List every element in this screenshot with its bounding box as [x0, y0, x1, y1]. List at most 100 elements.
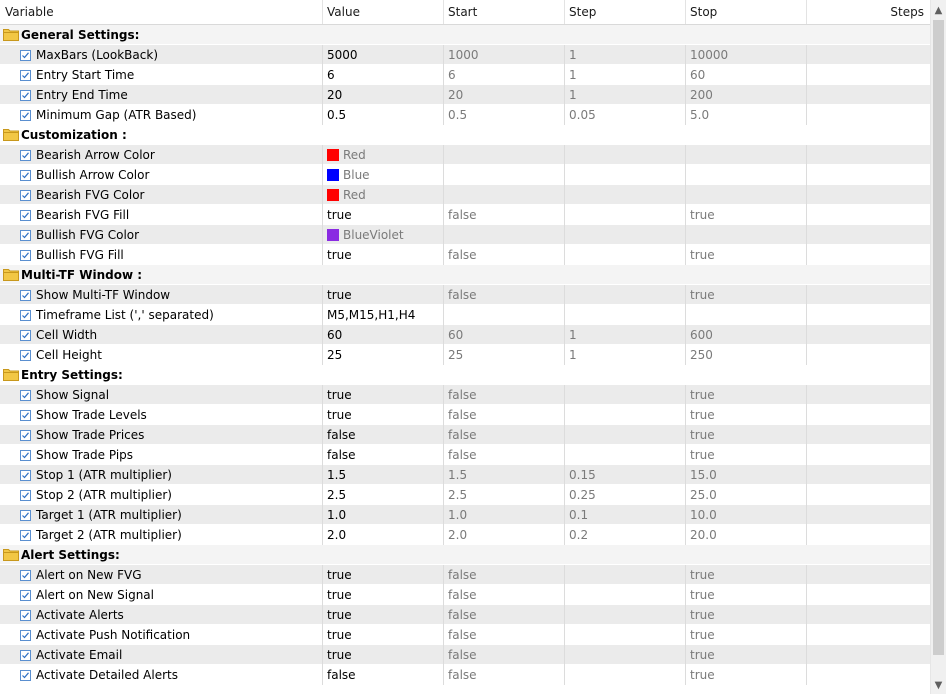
parameter-row[interactable]: Show Trade Levels true false true: [0, 405, 930, 425]
stop-cell[interactable]: 5.0: [685, 105, 806, 125]
start-cell[interactable]: 25: [443, 345, 564, 365]
stop-cell[interactable]: [685, 145, 806, 165]
group-header-row[interactable]: General Settings:: [0, 25, 930, 45]
parameter-row[interactable]: Bullish FVG Color BlueViolet: [0, 225, 930, 245]
checkbox-checked-icon[interactable]: [20, 450, 31, 461]
start-cell[interactable]: 60: [443, 325, 564, 345]
parameter-row[interactable]: Alert on New FVG true false true: [0, 565, 930, 585]
start-cell[interactable]: 2.5: [443, 485, 564, 505]
stop-cell[interactable]: true: [685, 605, 806, 625]
start-cell[interactable]: false: [443, 425, 564, 445]
checkbox-checked-icon[interactable]: [20, 530, 31, 541]
step-cell[interactable]: [564, 165, 685, 185]
vertical-scrollbar[interactable]: ▲ ▼: [930, 0, 946, 694]
step-cell[interactable]: 1: [564, 345, 685, 365]
start-cell[interactable]: false: [443, 565, 564, 585]
stop-cell[interactable]: true: [685, 625, 806, 645]
checkbox-checked-icon[interactable]: [20, 210, 31, 221]
checkbox-checked-icon[interactable]: [20, 90, 31, 101]
value-cell[interactable]: 0.5: [322, 105, 443, 125]
stop-cell[interactable]: [685, 185, 806, 205]
value-cell[interactable]: 2.5: [322, 485, 443, 505]
parameter-row[interactable]: Bullish Arrow Color Blue: [0, 165, 930, 185]
checkbox-checked-icon[interactable]: [20, 230, 31, 241]
value-cell[interactable]: Red: [322, 185, 443, 205]
checkbox-checked-icon[interactable]: [20, 410, 31, 421]
value-cell[interactable]: 5000: [322, 45, 443, 65]
stop-cell[interactable]: true: [685, 445, 806, 465]
parameter-row[interactable]: Timeframe List (',' separated) M5,M15,H1,…: [0, 305, 930, 325]
checkbox-checked-icon[interactable]: [20, 470, 31, 481]
checkbox-checked-icon[interactable]: [20, 570, 31, 581]
stop-cell[interactable]: [685, 165, 806, 185]
value-cell[interactable]: true: [322, 385, 443, 405]
value-cell[interactable]: BlueViolet: [322, 225, 443, 245]
value-cell[interactable]: true: [322, 585, 443, 605]
step-cell[interactable]: [564, 305, 685, 325]
step-cell[interactable]: 1: [564, 325, 685, 345]
checkbox-checked-icon[interactable]: [20, 150, 31, 161]
start-cell[interactable]: false: [443, 385, 564, 405]
step-cell[interactable]: [564, 445, 685, 465]
column-header-variable[interactable]: Variable: [0, 0, 322, 24]
column-header-start[interactable]: Start: [443, 0, 564, 24]
step-cell[interactable]: 0.2: [564, 525, 685, 545]
step-cell[interactable]: [564, 665, 685, 685]
stop-cell[interactable]: true: [685, 645, 806, 665]
group-header-row[interactable]: Alert Settings:: [0, 545, 930, 565]
parameter-row[interactable]: Activate Alerts true false true: [0, 605, 930, 625]
start-cell[interactable]: false: [443, 285, 564, 305]
value-cell[interactable]: true: [322, 405, 443, 425]
stop-cell[interactable]: true: [685, 565, 806, 585]
value-cell[interactable]: true: [322, 645, 443, 665]
start-cell[interactable]: false: [443, 245, 564, 265]
parameter-row[interactable]: Alert on New Signal true false true: [0, 585, 930, 605]
stop-cell[interactable]: 10.0: [685, 505, 806, 525]
stop-cell[interactable]: true: [685, 385, 806, 405]
value-cell[interactable]: M5,M15,H1,H4: [322, 305, 443, 325]
parameter-row[interactable]: Bearish Arrow Color Red: [0, 145, 930, 165]
parameter-row[interactable]: Entry End Time 20 20 1 200: [0, 85, 930, 105]
value-cell[interactable]: true: [322, 565, 443, 585]
start-cell[interactable]: [443, 305, 564, 325]
stop-cell[interactable]: 10000: [685, 45, 806, 65]
stop-cell[interactable]: true: [685, 585, 806, 605]
value-cell[interactable]: true: [322, 285, 443, 305]
stop-cell[interactable]: true: [685, 245, 806, 265]
step-cell[interactable]: 1: [564, 45, 685, 65]
value-cell[interactable]: Red: [322, 145, 443, 165]
checkbox-checked-icon[interactable]: [20, 510, 31, 521]
start-cell[interactable]: 0.5: [443, 105, 564, 125]
stop-cell[interactable]: true: [685, 205, 806, 225]
stop-cell[interactable]: 15.0: [685, 465, 806, 485]
stop-cell[interactable]: 600: [685, 325, 806, 345]
stop-cell[interactable]: 60: [685, 65, 806, 85]
parameter-row[interactable]: Show Multi-TF Window true false true: [0, 285, 930, 305]
checkbox-checked-icon[interactable]: [20, 610, 31, 621]
start-cell[interactable]: [443, 225, 564, 245]
scroll-up-arrow-icon[interactable]: ▲: [931, 2, 946, 19]
checkbox-checked-icon[interactable]: [20, 650, 31, 661]
start-cell[interactable]: false: [443, 605, 564, 625]
value-cell[interactable]: 1.0: [322, 505, 443, 525]
checkbox-checked-icon[interactable]: [20, 310, 31, 321]
parameter-row[interactable]: Show Trade Pips false false true: [0, 445, 930, 465]
parameter-row[interactable]: Target 2 (ATR multiplier) 2.0 2.0 0.2 20.0: [0, 525, 930, 545]
value-cell[interactable]: Blue: [322, 165, 443, 185]
step-cell[interactable]: [564, 405, 685, 425]
start-cell[interactable]: [443, 145, 564, 165]
step-cell[interactable]: 0.25: [564, 485, 685, 505]
step-cell[interactable]: [564, 585, 685, 605]
stop-cell[interactable]: true: [685, 405, 806, 425]
stop-cell[interactable]: 250: [685, 345, 806, 365]
start-cell[interactable]: false: [443, 205, 564, 225]
parameter-row[interactable]: MaxBars (LookBack) 5000 1000 1 10000: [0, 45, 930, 65]
parameter-row[interactable]: Cell Width 60 60 1 600: [0, 325, 930, 345]
start-cell[interactable]: false: [443, 625, 564, 645]
column-header-stop[interactable]: Stop: [685, 0, 806, 24]
value-cell[interactable]: false: [322, 665, 443, 685]
step-cell[interactable]: [564, 285, 685, 305]
step-cell[interactable]: [564, 185, 685, 205]
start-cell[interactable]: false: [443, 665, 564, 685]
checkbox-checked-icon[interactable]: [20, 390, 31, 401]
